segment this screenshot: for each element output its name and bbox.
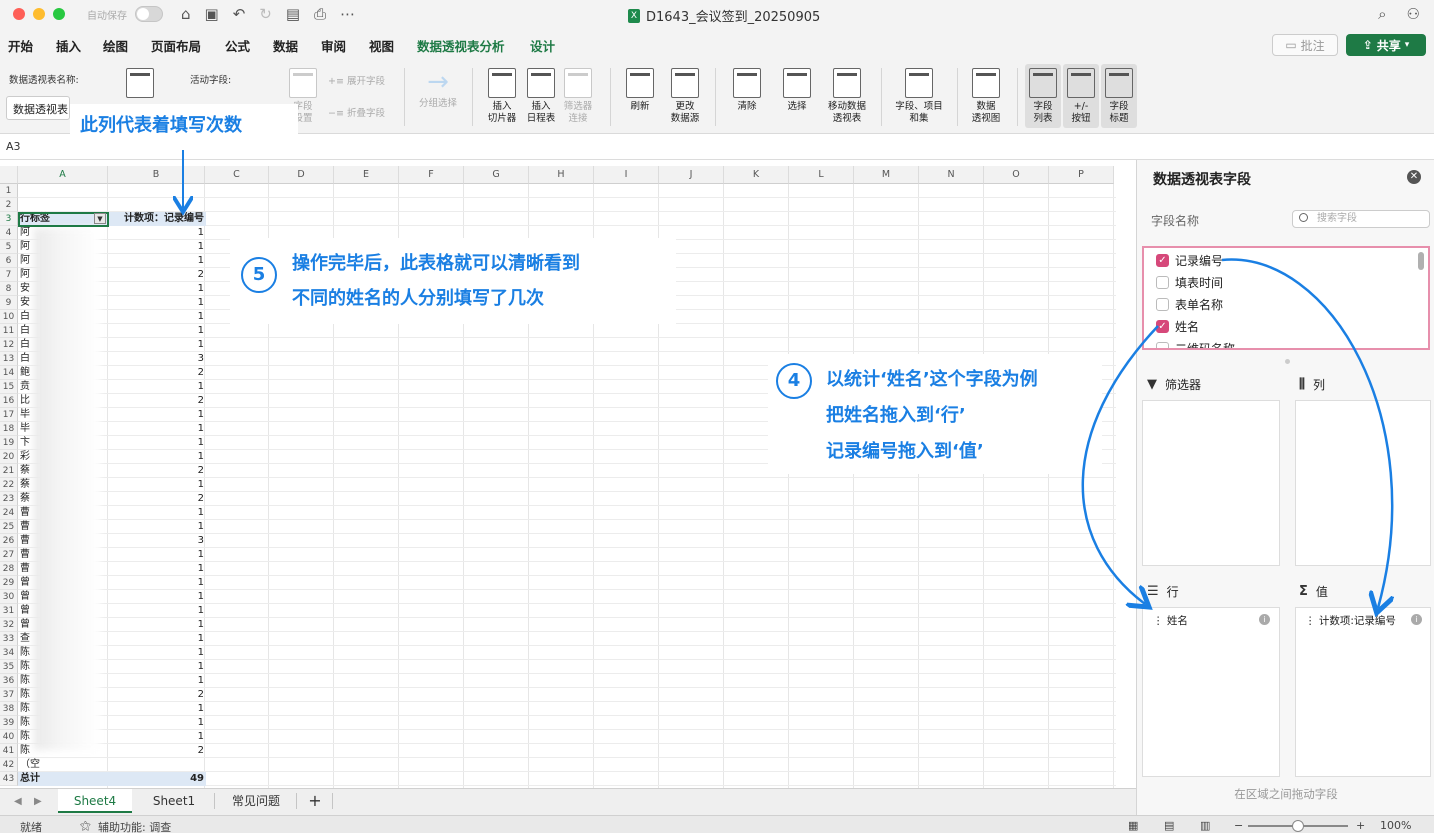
arrow-recordid-to-values	[1221, 258, 1392, 608]
annotation-arrows	[0, 150, 1434, 833]
arrow-name-to-rows	[1081, 325, 1159, 604]
